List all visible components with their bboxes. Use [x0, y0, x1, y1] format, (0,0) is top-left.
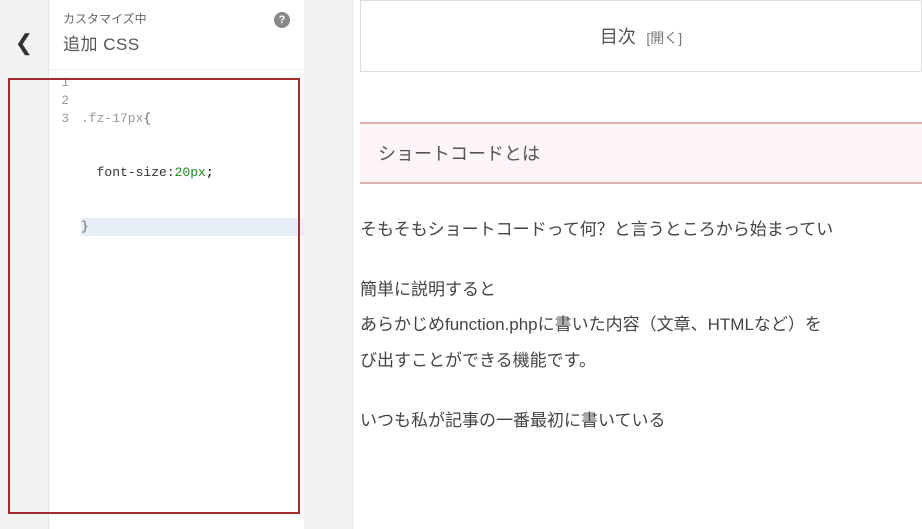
code-line: font-size:20px;	[81, 164, 304, 182]
paragraph: そもそもショートコードって何？と言うところから始まってい	[360, 212, 922, 248]
paragraph: いつも私が記事の一番最初に書いている	[360, 403, 922, 439]
sidebar-title: 追加 CSS	[63, 30, 290, 55]
css-brace: }	[81, 219, 89, 234]
line-number: 3	[49, 110, 69, 128]
line-number: 2	[49, 92, 69, 110]
customizer-sidebar: カスタマイズ中 追加 CSS ? 1 2 3 .fz-17px{ font-si…	[48, 0, 304, 529]
back-column: ❮	[0, 0, 48, 529]
section-heading: ショートコードとは	[360, 122, 922, 184]
toc-box: 目次 [開く]	[360, 0, 922, 72]
toc-title: 目次	[600, 27, 636, 47]
line-number: 1	[49, 74, 69, 92]
css-property: font-size:	[97, 165, 175, 180]
chevron-left-icon: ❮	[15, 30, 33, 55]
code-content[interactable]: .fz-17px{ font-size:20px; }	[77, 70, 304, 529]
text-line: び出すことができる機能です。	[360, 351, 596, 370]
preview-pane: 目次 [開く] ショートコードとは そもそもショートコードって何？と言うところか…	[304, 0, 922, 529]
sidebar-subtitle: カスタマイズ中	[63, 10, 290, 27]
code-line: .fz-17px{	[81, 110, 304, 128]
help-icon[interactable]: ?	[274, 12, 290, 28]
css-semicolon: ;	[206, 165, 214, 180]
text-line: あらかじめfunction.phpに書いた内容（文章、HTMLなど）を	[360, 315, 822, 334]
css-brace: {	[143, 111, 151, 126]
css-value: 20px	[175, 165, 206, 180]
css-indent	[81, 165, 97, 180]
code-editor[interactable]: 1 2 3 .fz-17px{ font-size:20px; }	[49, 69, 304, 529]
preview-content[interactable]: 目次 [開く] ショートコードとは そもそもショートコードって何？と言うところか…	[354, 0, 922, 529]
sidebar-header: カスタマイズ中 追加 CSS ?	[49, 0, 304, 69]
toc-toggle[interactable]: [開く]	[646, 30, 682, 46]
back-button[interactable]: ❮	[15, 30, 33, 529]
text-line: 簡単に説明すると	[360, 280, 496, 299]
code-line: }	[81, 218, 304, 236]
css-selector: .fz-17px	[81, 111, 143, 126]
line-gutter: 1 2 3	[49, 70, 77, 529]
paragraph: 簡単に説明すると あらかじめfunction.phpに書いた内容（文章、HTML…	[360, 272, 922, 379]
